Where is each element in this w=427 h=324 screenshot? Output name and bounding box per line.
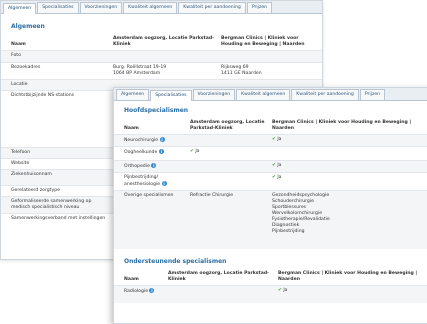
row-label: Telefoon [1,147,111,159]
row-label: Dichtstbijzijnde NS-stations [1,90,111,148]
tab-kwaliteit-algemeen[interactable]: Kwaliteit algemeen [236,89,291,100]
row-label: Oogheelkunde [124,150,158,155]
name-label: Naam [124,276,139,282]
check-icon: ✔ [278,287,282,293]
back-tab-bar: Algemeen Specialisaties Voorzieningen Kwali… [1,1,322,14]
clinic-2-value: Ja [283,287,288,293]
table-row: Neurochirurgie i ✔ Ja [114,134,427,147]
clinic-2-value-cell: ✔ Ja [270,160,427,173]
info-icon[interactable]: i [161,181,167,186]
row-label: Geformaliseerde samenwerking op medisch … [1,196,111,214]
clinic-2-value: Gezondheidspsychologie Schouderchirurgie… [272,193,330,234]
table-row: Radiologie i ✔ Ja [114,284,427,303]
clinic-2-name: Bergman Clinics | Kliniek voor Houding e… [272,120,412,131]
check-icon: ✔ [272,137,276,142]
check-icon: ✔ [272,163,276,168]
tab-algemeen[interactable]: Algemeen [116,89,150,100]
check-icon: ✔ [272,175,276,180]
clinic-1-value-cell [188,172,270,191]
row-label: Gerelateerd zorgtype [1,185,111,197]
info-icon[interactable]: i [151,163,157,168]
clinic-1-name: Amsterdam oogzorg, Locatie Parkstad-Klin… [113,36,215,47]
clinic-2-value-cell: Gezondheidspsychologie Schouderchirurgie… [270,190,427,249]
row-label: Bezoekadres [1,62,111,80]
section-title-hoofdspecialismen: Hoofdspecialismen [124,107,189,114]
clinic-2-value-cell: ✔ Ja [270,172,427,191]
name-label: Naam [124,126,139,131]
clinic-2-value: Ja [277,175,282,180]
table-row: Oogheelkunde i ✔ Ja [114,146,427,161]
info-icon[interactable]: i [159,137,165,142]
clinic-1-value-cell [188,134,270,147]
front-window: Algemeen Specialisaties Voorzieningen Kwali… [113,87,427,324]
table-row: Overige specialismen Refractie Chirurgie G… [114,190,427,249]
clinic-2-name: Bergman Clinics | Kliniek voor Houding e… [221,36,305,47]
clinic-2-value: Ja [277,137,282,142]
name-label: Naam [11,42,26,47]
clinic-1-name: Amsterdam oogzorg, Locatie Parkstad-Klin… [190,120,265,131]
tab-specialisaties[interactable]: Specialisaties [150,90,192,101]
front-header-row-2: Naam Amsterdam oogzorg, Locatie Parkstad… [114,269,427,286]
row-label: Pijnbestrijding/ anesthesiologie [124,175,161,187]
clinic-2-value [219,50,322,63]
row-label-cell: Oogheelkunde i [114,146,188,161]
check-icon: ✔ [190,149,194,154]
row-label: Radiologie [124,288,149,294]
row-label: Orthopedie [124,164,150,169]
row-label: Locatie [1,79,111,91]
row-label: Samenwerkingsverband met instellingen [1,213,111,224]
row-label: Website [1,158,111,170]
row-label-cell: Radiologie i [114,284,166,303]
section-title-ondersteunend: Ondersteunende specialismen [124,257,227,265]
clinic-2-value: Rijksweg 69 1411 GE Naarden [219,62,322,80]
clinic-2-value-cell: ✔ Ja [270,134,427,147]
hoofd-compare-table: Naam Amsterdam oogzorg, Locatie Parkstad… [114,118,427,249]
row-label: Neurochirurgie [124,138,159,143]
back-section-title: Algemeen [11,23,45,30]
clinic-1-value: Burg. Roëllstraat 19-19 1064 BP Amsterda… [111,62,219,80]
table-row: Orthopedie i ✔ Ja [114,160,427,173]
clinic-1-value-cell: ✔ Ja [188,146,270,161]
clinic-1-value [111,50,219,63]
row-label: Foto [1,50,111,63]
clinic-2-value: Ja [277,163,282,168]
tab-voorzieningen[interactable]: Voorzieningen [192,89,236,100]
tab-kwaliteit-algemeen[interactable]: Kwaliteit algemeen [123,2,178,13]
tab-algemeen[interactable]: Algemeen [3,3,37,14]
row-label: Overige specialismen [124,193,174,198]
front-tab-bar: Algemeen Specialisaties Voorzieningen Kwali… [114,88,427,101]
clinic-1-value-cell [166,284,276,303]
clinic-1-value-cell: Refractie Chirurgie [188,190,270,249]
clinic-1-value: Ja [195,149,200,154]
clinic-1-value: Refractie Chirurgie [190,193,234,198]
clinic-2-value-cell [270,146,427,161]
row-label-cell: Overige specialismen [114,190,188,249]
table-row: Foto [1,50,322,63]
back-header-row: Naam Amsterdam oogzorg, Locatie Parkstad… [1,34,322,51]
row-label: Ziekenhuisonnam [1,169,111,186]
ondersteunend-compare-table: Naam Amsterdam oogzorg, Locatie Parkstad… [114,269,427,303]
front-header-row: Naam Amsterdam oogzorg, Locatie Parkstad… [114,118,427,135]
clinic-2-name: Bergman Clinics | Kliniek voor Houding e… [278,270,418,282]
clinic-1-value-cell [188,160,270,173]
tab-voorzieningen[interactable]: Voorzieningen [79,2,123,13]
table-row: Pijnbestrijding/ anesthesiologie i ✔ Ja [114,172,427,191]
clinic-2-value-cell: ✔ Ja [276,284,427,303]
row-label-cell: Neurochirurgie i [114,134,188,147]
clinic-1-name: Amsterdam oogzorg, Locatie Parkstad-Klin… [168,270,270,282]
tab-specialisaties[interactable]: Specialisaties [37,2,79,13]
info-icon[interactable]: i [149,287,155,293]
table-row: Bezoekadres Burg. Roëllstraat 19-19 1064 … [1,62,322,80]
tab-prijzen[interactable]: Prijzen [359,89,386,100]
info-icon[interactable]: i [158,149,164,154]
tab-kwaliteit-per-aandoening[interactable]: Kwaliteit per aandoening [178,2,246,13]
tab-prijzen[interactable]: Prijzen [246,2,273,13]
tab-kwaliteit-per-aandoening[interactable]: Kwaliteit per aandoening [291,89,359,100]
row-label-cell: Orthopedie i [114,160,188,173]
row-label-cell: Pijnbestrijding/ anesthesiologie i [114,172,188,191]
